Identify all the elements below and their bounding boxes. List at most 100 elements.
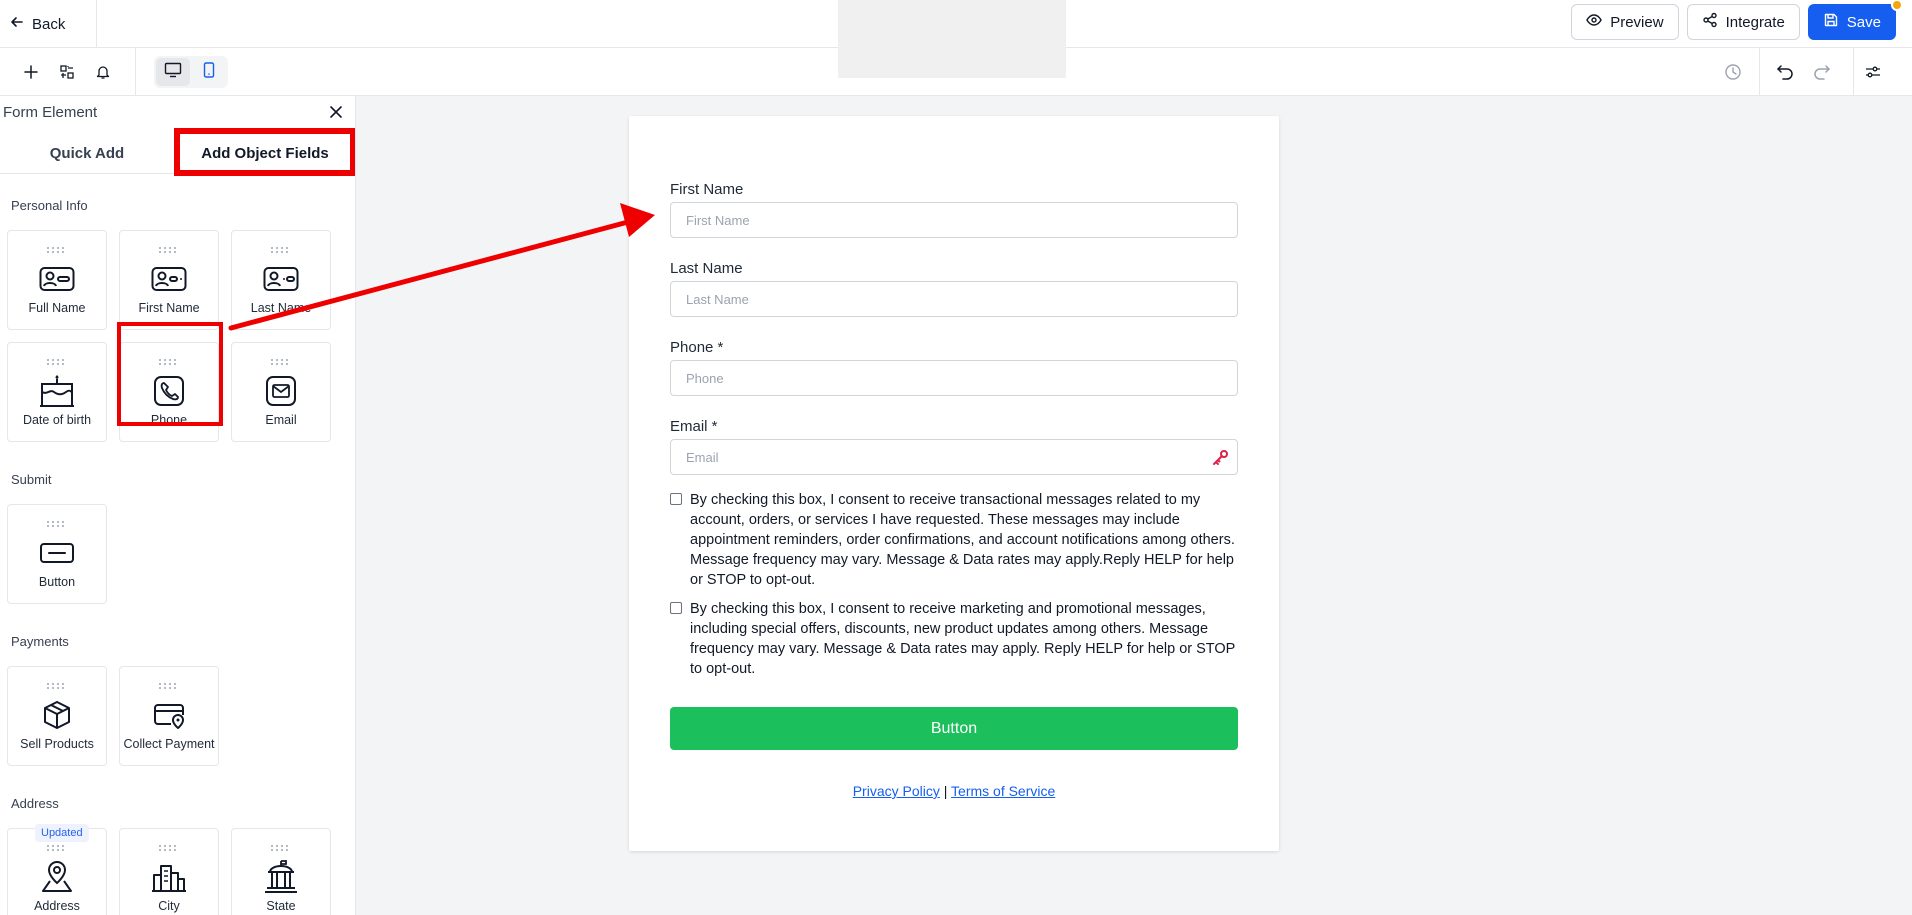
element-card-sell-products[interactable]: Sell Products: [7, 666, 107, 766]
element-card-label: First Name: [138, 301, 200, 315]
form-submit-button[interactable]: Button: [670, 707, 1238, 750]
first-name-input[interactable]: First Name: [670, 202, 1238, 238]
element-card-label: Collect Payment: [123, 737, 215, 751]
element-card-email[interactable]: Email: [231, 342, 331, 442]
annotation-highlight-box: [117, 322, 223, 426]
map-pin-icon: [37, 857, 77, 897]
consent-transactional-text: By checking this box, I consent to recei…: [690, 492, 1235, 588]
cake-icon: [37, 371, 77, 411]
package-icon: [37, 695, 77, 735]
divider: [96, 0, 97, 48]
sidebar-title: Form Element: [3, 104, 98, 121]
phone-input[interactable]: Phone: [670, 360, 1238, 396]
arrow-left-icon: [10, 15, 24, 33]
integrate-label: Integrate: [1725, 13, 1785, 31]
consent-transactional: By checking this box, I consent to recei…: [670, 490, 1238, 590]
notification-dot: [1891, 0, 1903, 11]
credit-card-icon: [149, 695, 189, 735]
id-card-icon: [261, 259, 301, 299]
section-title-personal-info: Personal Info: [11, 198, 88, 213]
mobile-view-button[interactable]: [192, 58, 226, 86]
close-icon[interactable]: [328, 104, 346, 122]
element-card-label: City: [158, 899, 180, 913]
element-card-label: Address: [34, 899, 80, 913]
integrate-button[interactable]: Integrate: [1686, 4, 1800, 40]
back-button[interactable]: Back: [10, 11, 65, 37]
divider: [1853, 48, 1854, 96]
consent-marketing-text: By checking this box, I consent to recei…: [690, 601, 1236, 677]
drag-handle-icon[interactable]: [270, 353, 292, 371]
device-toggle: [154, 56, 228, 88]
layers-icon[interactable]: [55, 60, 79, 84]
settings-sliders-icon[interactable]: [1861, 60, 1885, 84]
button-element-icon: [37, 533, 77, 573]
annotation-highlight-box: [174, 128, 355, 176]
drag-handle-icon[interactable]: [46, 353, 68, 371]
desktop-view-button[interactable]: [156, 58, 190, 86]
element-card-last-name[interactable]: Last Name: [231, 230, 331, 330]
history-icon[interactable]: [1721, 60, 1745, 84]
top-actions: Preview Integrate Save: [1571, 0, 1903, 40]
form-canvas: First Name First Name Last Name Last Nam…: [629, 116, 1279, 851]
drag-handle-icon[interactable]: [158, 677, 180, 695]
consent-marketing-checkbox[interactable]: [670, 602, 682, 614]
element-card-label: Date of birth: [22, 413, 92, 427]
element-card-label: Button: [38, 575, 76, 589]
buildings-icon: [149, 857, 189, 897]
tab-quick-add[interactable]: Quick Add: [0, 132, 174, 174]
section-title-payments: Payments: [11, 634, 69, 649]
undo-icon[interactable]: [1773, 60, 1797, 84]
element-card-date-of-birth[interactable]: Date of birth: [7, 342, 107, 442]
last-name-label: Last Name: [670, 260, 743, 277]
consent-transactional-checkbox[interactable]: [670, 493, 682, 505]
terms-of-service-link[interactable]: Terms of Service: [951, 783, 1055, 799]
element-card-collect-payment[interactable]: Collect Payment: [119, 666, 219, 766]
element-card-city[interactable]: City: [119, 828, 219, 915]
footer-links: Privacy Policy | Terms of Service: [629, 783, 1279, 799]
drag-handle-icon[interactable]: [158, 241, 180, 259]
back-label: Back: [32, 15, 66, 33]
email-label: Email *: [670, 418, 718, 435]
save-label: Save: [1846, 13, 1881, 31]
consent-marketing: By checking this box, I consent to recei…: [670, 599, 1238, 679]
mail-icon: [261, 371, 301, 411]
last-name-input[interactable]: Last Name: [670, 281, 1238, 317]
preview-button[interactable]: Preview: [1571, 4, 1679, 40]
plus-icon[interactable]: [19, 60, 43, 84]
desktop-icon: [164, 62, 182, 83]
element-card-label: State: [266, 899, 296, 913]
element-card-first-name[interactable]: First Name: [119, 230, 219, 330]
share-icon: [1702, 12, 1718, 32]
landmark-icon: [261, 857, 301, 897]
drag-handle-icon[interactable]: [158, 839, 180, 857]
link-separator: |: [943, 783, 948, 799]
element-card-full-name[interactable]: Full Name: [7, 230, 107, 330]
redacted-area: [838, 0, 1066, 78]
id-card-icon: [37, 259, 77, 299]
drag-handle-icon[interactable]: [46, 677, 68, 695]
element-card-state[interactable]: State: [231, 828, 331, 915]
drag-handle-icon[interactable]: [46, 515, 68, 533]
save-button[interactable]: Save: [1807, 0, 1903, 40]
redo-icon[interactable]: [1810, 60, 1834, 84]
mobile-icon: [203, 61, 215, 83]
divider: [135, 48, 136, 96]
privacy-policy-link[interactable]: Privacy Policy: [853, 783, 940, 799]
element-card-label: Email: [265, 413, 297, 427]
section-title-submit: Submit: [11, 472, 52, 487]
drag-handle-icon[interactable]: [270, 241, 292, 259]
preview-label: Preview: [1610, 13, 1664, 31]
email-placeholder: Email: [686, 449, 719, 465]
id-card-icon: [149, 259, 189, 299]
drag-handle-icon[interactable]: [46, 241, 68, 259]
phone-label: Phone *: [670, 339, 724, 356]
key-icon[interactable]: [1211, 449, 1229, 470]
bell-icon[interactable]: [91, 60, 115, 84]
element-card-label: Full Name: [28, 301, 86, 315]
element-card-button[interactable]: Button: [7, 504, 107, 604]
section-title-address: Address: [11, 796, 59, 811]
element-card-label: Last Name: [250, 301, 312, 315]
drag-handle-icon[interactable]: [270, 839, 292, 857]
first-name-label: First Name: [670, 181, 744, 198]
email-input[interactable]: Email: [670, 439, 1238, 475]
